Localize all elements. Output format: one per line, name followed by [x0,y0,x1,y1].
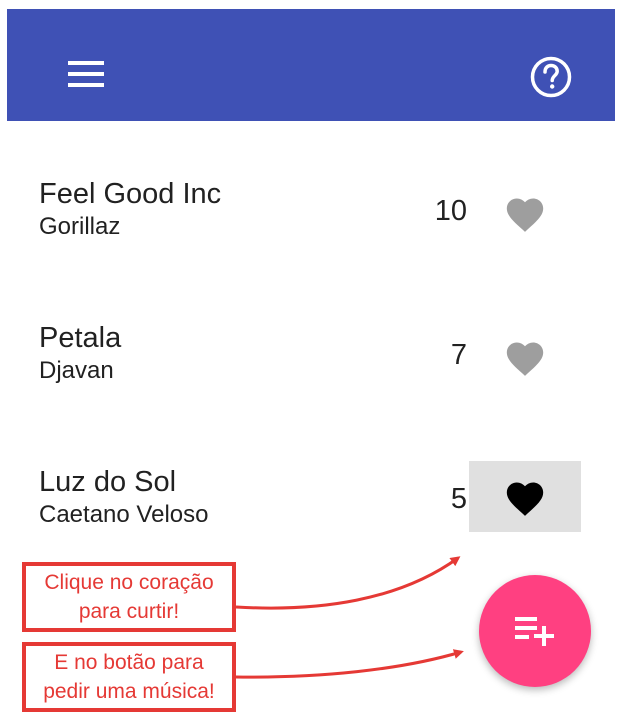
like-button[interactable] [469,177,581,248]
song-item: Petala Djavan 7 [0,305,625,405]
help-button[interactable] [519,45,583,109]
heart-icon [506,481,544,516]
vote-count: 10 [434,195,467,227]
like-button[interactable] [469,321,581,392]
like-hint-text: Clique no coração para curtir! [44,571,214,623]
song-item: Luz do Sol Caetano Veloso 5 [0,449,625,549]
playlist-add-icon [515,617,554,646]
app-bar [7,9,615,121]
song-artist: Djavan [39,357,114,384]
request-hint-text: E no botão para pedir uma música! [43,651,215,703]
vote-count: 7 [450,339,467,371]
menu-button[interactable] [57,45,115,103]
song-title: Petala [39,322,122,354]
heart-icon [506,197,544,232]
arrow-to-fab [235,649,464,679]
song-title: Luz do Sol [39,466,177,498]
song-item: Feel Good Inc Gorillaz 10 [0,160,625,260]
heart-icon [506,341,544,376]
vote-count: 5 [450,483,467,515]
help-circle-icon [530,56,572,98]
arrow-to-like [235,556,461,610]
like-hint-callout: Clique no coração para curtir! [22,562,236,632]
like-button-active[interactable] [469,461,581,532]
menu-icon [68,61,104,87]
song-artist: Gorillaz [39,213,121,240]
song-artist: Caetano Veloso [39,501,209,528]
request-hint-callout: E no botão para pedir uma música! [22,642,236,712]
song-title: Feel Good Inc [39,178,222,210]
request-song-fab[interactable] [479,575,591,687]
